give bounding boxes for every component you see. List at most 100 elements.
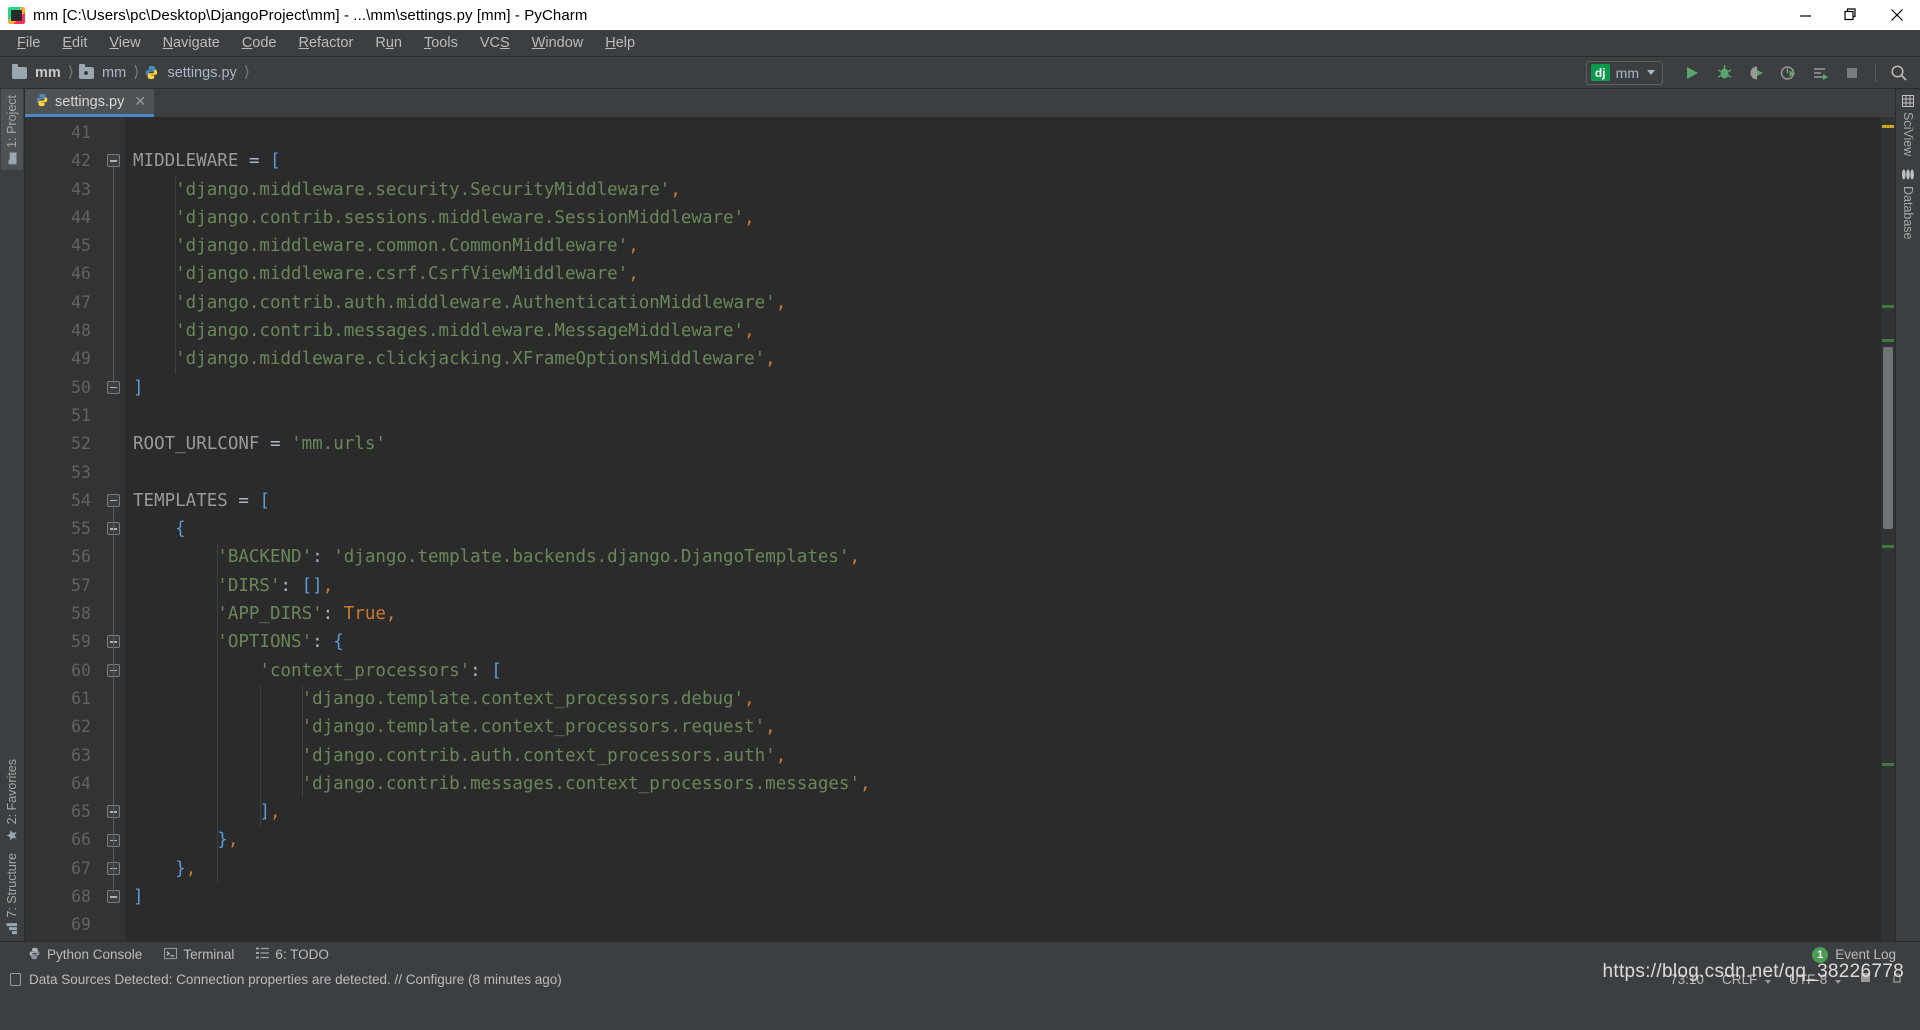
code-line[interactable]: 'django.middleware.common.CommonMiddlewa… xyxy=(133,232,1881,260)
code-line[interactable]: ROOT_URLCONF = 'mm.urls' xyxy=(133,430,1881,458)
menu-item-refactor[interactable]: Refactor xyxy=(290,32,363,54)
breadcrumb-item-file[interactable]: settings.py xyxy=(144,65,238,81)
sidebar-item-label: 2: Favorites xyxy=(5,759,19,825)
code-token: , xyxy=(744,207,755,228)
code-line[interactable]: 'django.contrib.messages.middleware.Mess… xyxy=(133,317,1881,345)
vcs-marker[interactable] xyxy=(1882,545,1894,548)
close-icon[interactable]: ✕ xyxy=(134,93,146,110)
code-folding-gutter[interactable] xyxy=(103,117,125,941)
editor-scrollbar-thumb[interactable] xyxy=(1883,347,1893,529)
code-line[interactable]: }, xyxy=(133,855,1881,883)
code-line[interactable]: 'django.middleware.csrf.CsrfViewMiddlewa… xyxy=(133,260,1881,288)
minimize-button[interactable] xyxy=(1782,0,1828,30)
run-configuration-selector[interactable]: dj mm xyxy=(1585,60,1663,85)
tool-window-todo[interactable]: 6: TODO xyxy=(256,947,329,962)
code-token: , xyxy=(185,858,197,879)
editor-marker-scrollbar[interactable] xyxy=(1881,117,1895,941)
sidebar-item-database[interactable]: Database xyxy=(1897,162,1919,246)
code-line[interactable]: { xyxy=(133,515,1881,543)
tool-window-python-console[interactable]: Python Console xyxy=(28,947,142,963)
breadcrumb-item-module[interactable]: mm xyxy=(79,63,128,81)
line-number: 57 xyxy=(71,575,91,595)
menu-item-tools[interactable]: Tools xyxy=(415,32,467,54)
menu-item-vcs[interactable]: VCS xyxy=(471,32,519,54)
editor-tab-settings-py[interactable]: settings.py ✕ xyxy=(25,89,155,117)
code-token: True xyxy=(343,604,386,625)
code-token: 'DIRS' xyxy=(133,575,281,596)
code-line[interactable]: 'context_processors': [ xyxy=(133,657,1881,685)
code-line[interactable]: }, xyxy=(133,826,1881,854)
vcs-marker[interactable] xyxy=(1882,339,1894,342)
line-number: 58 xyxy=(71,604,91,624)
stop-button[interactable] xyxy=(1837,60,1867,86)
tool-window-terminal[interactable]: Terminal xyxy=(164,947,234,963)
vcs-marker[interactable] xyxy=(1882,305,1894,308)
code-line[interactable]: 'django.template.context_processors.requ… xyxy=(133,713,1881,741)
code-line[interactable]: 'django.middleware.security.SecurityMidd… xyxy=(133,176,1881,204)
warning-marker[interactable] xyxy=(1882,125,1894,128)
status-message[interactable]: Data Sources Detected: Connection proper… xyxy=(29,972,562,987)
vcs-marker[interactable] xyxy=(1882,763,1894,766)
code-token: , xyxy=(765,349,776,370)
code-line[interactable] xyxy=(133,402,1881,430)
menu-item-window[interactable]: Window xyxy=(523,32,593,54)
line-number: 53 xyxy=(71,462,91,482)
code-line[interactable]: 'OPTIONS': { xyxy=(133,628,1881,656)
menu-item-file[interactable]: File xyxy=(8,32,49,54)
code-line[interactable]: 'django.contrib.auth.context_processors.… xyxy=(133,742,1881,770)
code-line[interactable]: TEMPLATES = [ xyxy=(133,487,1881,515)
menu-item-help[interactable]: Help xyxy=(596,32,644,54)
menu-item-view[interactable]: View xyxy=(100,32,149,54)
code-line[interactable]: 'django.contrib.auth.middleware.Authenti… xyxy=(133,289,1881,317)
code-line[interactable]: ] xyxy=(133,883,1881,911)
event-log-label: Event Log xyxy=(1835,947,1896,962)
code-line[interactable]: 'django.contrib.sessions.middleware.Sess… xyxy=(133,204,1881,232)
editor-tab-strip: settings.py ✕ xyxy=(25,89,1895,117)
code-line[interactable] xyxy=(133,911,1881,939)
code-line[interactable]: 'django.contrib.messages.context_process… xyxy=(133,770,1881,798)
todo-icon xyxy=(256,947,270,962)
code-token: } xyxy=(217,830,228,851)
code-token: ] xyxy=(133,377,144,398)
search-everywhere-button[interactable] xyxy=(1884,60,1914,86)
toolbar-actions: dj mm xyxy=(1585,60,1914,86)
menu-item-navigate[interactable]: Navigate xyxy=(154,32,229,54)
profile-button[interactable] xyxy=(1773,60,1803,86)
menu-item-edit[interactable]: Edit xyxy=(53,32,96,54)
code-token: TEMPLATES xyxy=(133,490,228,511)
breadcrumb-item-project[interactable]: mm xyxy=(12,63,63,81)
debug-button[interactable] xyxy=(1709,60,1739,86)
code-line[interactable]: 'django.middleware.clickjacking.XFrameOp… xyxy=(133,345,1881,373)
code-line[interactable]: 'BACKEND': 'django.template.backends.dja… xyxy=(133,543,1881,571)
menu-item-code[interactable]: Code xyxy=(233,32,286,54)
code-token: 'APP_DIRS' xyxy=(133,604,323,625)
line-number: 55 xyxy=(71,519,91,539)
code-line[interactable]: 'APP_DIRS': True, xyxy=(133,600,1881,628)
code-line[interactable] xyxy=(133,459,1881,487)
code-editor[interactable]: MIDDLEWARE = [ 'django.middleware.securi… xyxy=(125,117,1881,941)
run-coverage-button[interactable] xyxy=(1741,60,1771,86)
sidebar-item-project[interactable]: 1: Project xyxy=(1,89,23,170)
run-with-console-button[interactable] xyxy=(1805,60,1835,86)
code-line[interactable] xyxy=(133,119,1881,147)
code-line[interactable]: MIDDLEWARE = [ xyxy=(133,147,1881,175)
code-line[interactable]: 'django.template.context_processors.debu… xyxy=(133,685,1881,713)
menu-bar: File Edit View Navigate Code Refactor Run Tools… xyxy=(0,30,1920,57)
maximize-button[interactable] xyxy=(1828,0,1874,30)
code-line[interactable]: ] xyxy=(133,374,1881,402)
sidebar-item-structure[interactable]: 7: Structure xyxy=(1,847,23,941)
right-tool-window-bar: SciView Database xyxy=(1895,89,1920,941)
sidebar-item-sciview[interactable]: SciView xyxy=(1897,89,1919,162)
menu-item-run[interactable]: Run xyxy=(366,32,411,54)
code-token: : xyxy=(322,604,334,625)
line-number: 63 xyxy=(71,745,91,765)
close-button[interactable] xyxy=(1874,0,1920,30)
sidebar-item-favorites[interactable]: 2: Favorites xyxy=(1,753,23,847)
editor-tab-label: settings.py xyxy=(55,93,125,110)
code-line[interactable]: 'DIRS': [], xyxy=(133,572,1881,600)
run-button[interactable] xyxy=(1677,60,1707,86)
code-line[interactable]: ], xyxy=(133,798,1881,826)
code-token: MIDDLEWARE xyxy=(133,151,239,172)
